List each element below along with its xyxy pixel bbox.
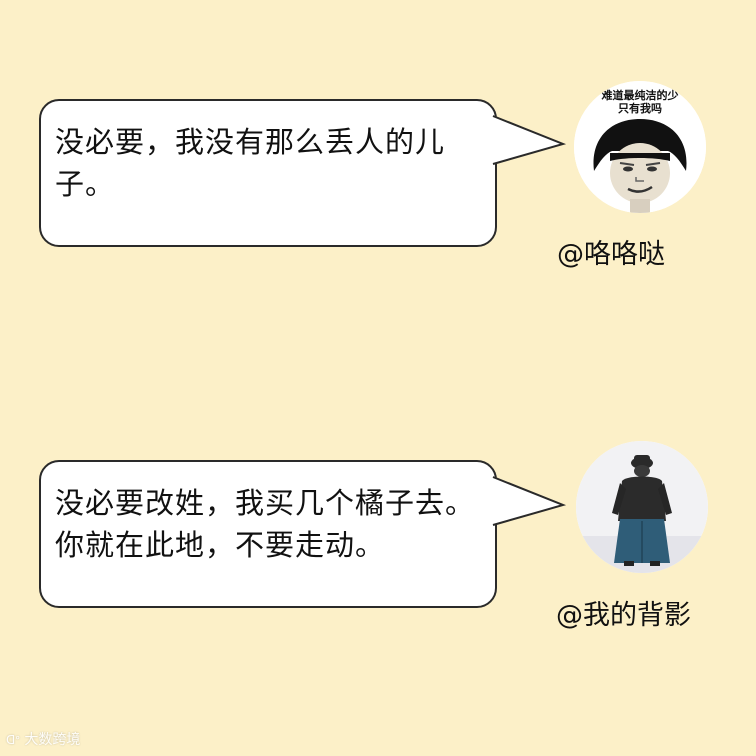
meme-face-icon: 难道最纯洁的少 只有我吗 bbox=[574, 81, 706, 213]
message-text-2: 没必要改姓，我买几个橘子去。你就在此地，不要走动。 bbox=[55, 486, 476, 562]
avatar-1[interactable]: 难道最纯洁的少 只有我吗 bbox=[574, 81, 706, 213]
avatar-caption-line2: 只有我吗 bbox=[618, 101, 662, 115]
man-back-view-icon bbox=[576, 441, 708, 573]
watermark-text: 大数跨境 bbox=[24, 732, 81, 748]
username-1[interactable]: @咯咯哒 bbox=[557, 232, 665, 271]
watermark: ᗡᐤ 大数跨境 bbox=[6, 729, 80, 749]
speech-bubble-tail-2 bbox=[491, 476, 567, 526]
watermark-logo-icon: ᗡᐤ bbox=[6, 733, 20, 747]
avatar-caption-line1: 难道最纯洁的少 bbox=[601, 88, 679, 102]
speech-bubble-2: 没必要改姓，我买几个橘子去。你就在此地，不要走动。 bbox=[39, 460, 497, 608]
speech-bubble-1: 没必要，我没有那么丢人的儿子。 bbox=[39, 99, 497, 247]
avatar-2[interactable] bbox=[576, 441, 708, 573]
username-2[interactable]: @我的背影 bbox=[556, 593, 691, 632]
speech-bubble-tail-1 bbox=[491, 115, 567, 165]
message-text-1: 没必要，我没有那么丢人的儿子。 bbox=[55, 125, 446, 201]
